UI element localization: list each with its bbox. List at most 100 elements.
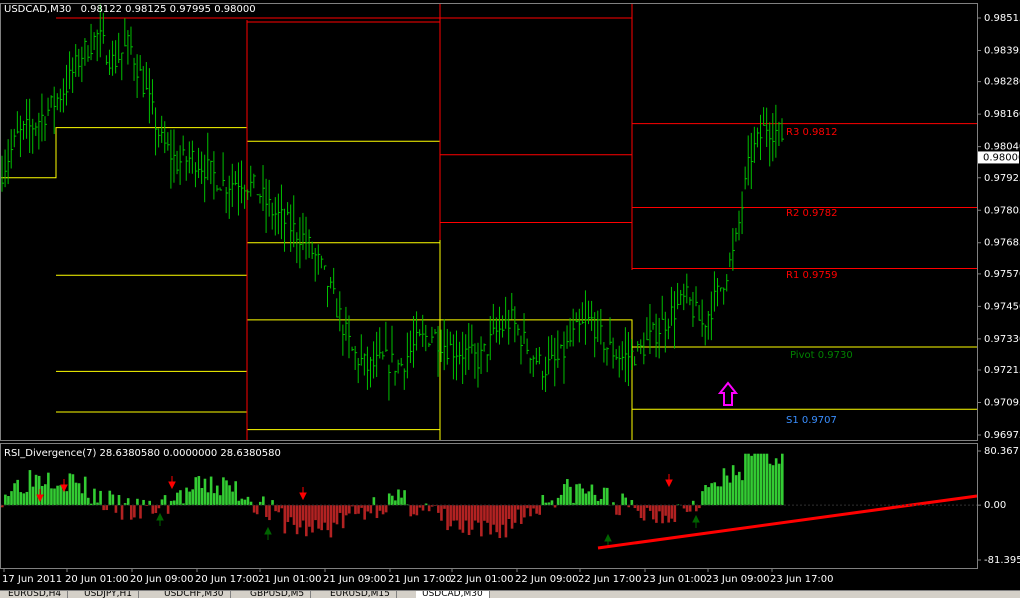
rsi-bar: [290, 505, 293, 517]
indicator-pane-frame: [1, 444, 978, 569]
rsi-bar: [339, 505, 342, 513]
rsi-bar: [446, 505, 449, 530]
price-pane[interactable]: R3 0.9812R2 0.9782R1 0.9759Pivot 0.9730S…: [0, 3, 977, 440]
rsi-bar: [443, 505, 446, 509]
indicator-pane[interactable]: [0, 454, 977, 548]
rsi-bar: [69, 473, 72, 505]
rsi-bar: [299, 505, 302, 527]
rsi-bar: [287, 505, 290, 522]
rsi-bar: [588, 491, 591, 505]
rsi-bar: [658, 505, 661, 511]
rsi-bar: [600, 499, 603, 505]
rsi-bar: [655, 505, 658, 523]
rsi-bar: [244, 500, 247, 505]
indicator-tick-label: 0.00: [984, 500, 1006, 511]
rsi-bar: [370, 505, 373, 513]
rsi-bar: [222, 477, 225, 505]
rsi-bar: [363, 505, 366, 519]
price-tick-label: 0.98515: [984, 13, 1020, 24]
rsi-bar: [695, 505, 698, 511]
rsi-bar: [713, 482, 716, 505]
pivot-label-r3: R3 0.9812: [786, 127, 837, 138]
rsi-bar: [502, 505, 505, 525]
rsi-bar: [692, 501, 695, 505]
rsi-bar: [670, 505, 673, 518]
price-tick-label: 0.98280: [984, 77, 1020, 88]
rsi-bar: [394, 500, 397, 505]
rsi-bar: [234, 481, 237, 505]
rsi-bar: [308, 505, 311, 527]
rsi-bar: [581, 489, 584, 506]
rsi-bar: [400, 498, 403, 506]
rsi-bar: [618, 505, 621, 515]
rsi-bar: [127, 498, 130, 505]
indicator-title: RSI_Divergence(7) 28.6380580 0.0000000 2…: [4, 448, 281, 459]
rsi-bar: [194, 477, 197, 505]
rsi-bar: [566, 479, 569, 505]
rsi-bar: [455, 505, 458, 520]
rsi-bar: [379, 505, 382, 511]
rsi-bar: [422, 505, 425, 510]
axes: 0.985150.983950.982800.981600.980400.979…: [1, 4, 1020, 586]
rsi-bar: [416, 505, 419, 515]
rsi-bar: [781, 454, 784, 505]
rsi-bar: [155, 505, 158, 513]
rsi-bar: [624, 498, 627, 506]
pivot-label-r1: R1 0.9759: [786, 270, 837, 281]
rsi-bar: [373, 497, 376, 505]
pivot-line: [0, 128, 977, 347]
rsi-bar: [385, 505, 388, 512]
rsi-bar: [486, 505, 489, 523]
rsi-bar: [388, 493, 391, 505]
chart-canvas[interactable]: R3 0.9812R2 0.9782R1 0.9759Pivot 0.9730S…: [0, 0, 1020, 597]
rsi-bar: [293, 505, 296, 525]
rsi-bar: [173, 501, 176, 506]
rsi-bar: [753, 454, 756, 505]
rsi-bar: [459, 505, 462, 529]
rsi-bar: [674, 505, 677, 522]
rsi-bar: [468, 505, 471, 535]
rsi-bar: [50, 488, 53, 505]
rsi-bar: [667, 505, 670, 522]
r2-line: [247, 22, 977, 207]
rsi-bar: [462, 505, 465, 533]
rsi-bar: [142, 500, 145, 505]
rsi-bar: [188, 492, 191, 506]
time-tick-label: 22 Jun 01:00: [450, 574, 514, 585]
r3-line: [56, 18, 977, 124]
rsi-bar: [557, 498, 560, 505]
rsi-bar: [19, 492, 22, 505]
rsi-bar: [121, 505, 124, 520]
rsi-bar: [729, 483, 732, 506]
rsi-bar: [139, 505, 142, 518]
chart-header: USDCAD,M30 0.98122 0.98125 0.97995 0.980…: [4, 4, 256, 15]
rsi-bar: [664, 505, 667, 516]
rsi-bar: [170, 501, 173, 505]
rsi-bar: [179, 490, 182, 505]
rsi-bar: [704, 485, 707, 505]
symbol-label: USDCAD,M30: [4, 4, 71, 15]
rsi-bar: [216, 486, 219, 506]
rsi-bar: [606, 488, 609, 505]
rsi-bar: [32, 487, 35, 506]
rsi-bar: [535, 505, 538, 514]
rsi-bar: [412, 505, 415, 514]
rsi-bar: [228, 485, 231, 505]
rsi-bar: [514, 505, 517, 523]
rsi-bar: [594, 495, 597, 505]
rsi-bar: [520, 505, 523, 524]
rsi-bar: [689, 505, 692, 511]
up-arrow-marker: [720, 383, 736, 405]
rsi-bar: [584, 494, 587, 506]
rsi-bar: [305, 505, 308, 536]
rsi-bar: [492, 505, 495, 525]
rsi-bar: [640, 505, 643, 518]
rsi-bar: [262, 496, 265, 505]
rsi-bar: [7, 496, 10, 505]
rsi-bar: [357, 505, 360, 514]
down-arrow-signal: [300, 487, 306, 499]
divergence-trendline: [598, 496, 977, 548]
rsi-bar: [333, 505, 336, 523]
rsi-bar: [271, 500, 274, 505]
rsi-bar: [268, 505, 271, 520]
